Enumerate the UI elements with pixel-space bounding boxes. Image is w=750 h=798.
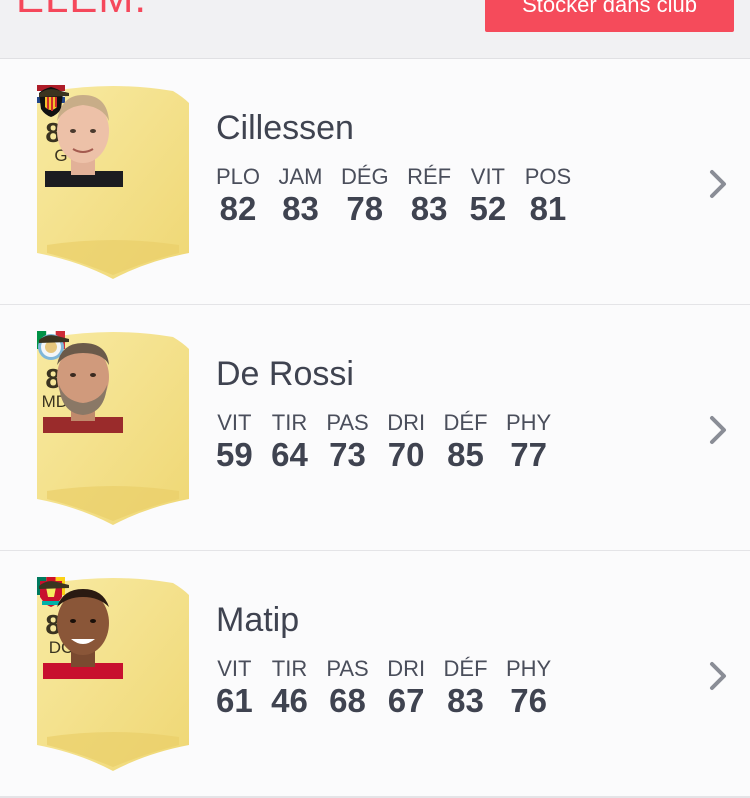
player-photo [43, 343, 123, 433]
stat-label: PHY [505, 656, 552, 681]
stat-label: DRI [387, 410, 426, 435]
stat-value: 83 [447, 682, 484, 719]
stat-value: 64 [271, 436, 308, 473]
stat-label: JAM [278, 164, 323, 189]
stat: DÉF 83 [444, 655, 488, 719]
stat-value: 73 [329, 436, 366, 473]
stat: VIT 61 [216, 655, 253, 719]
stat-value: 85 [447, 436, 484, 473]
stat-value: 59 [216, 436, 253, 473]
stat: TIR 46 [271, 655, 308, 719]
player-stats: PLO 82 JAM 83 DÉG 78 RÉF 83 VIT 52 POS 81 [216, 163, 585, 227]
stat: JAM 83 [278, 163, 322, 227]
stat-label: PAS [326, 410, 369, 435]
stat-label: PAS [326, 656, 369, 681]
stat-label: PLO [216, 164, 261, 189]
stat-label: TIR [271, 656, 308, 681]
stat-value: 76 [510, 682, 547, 719]
stat-value: 70 [387, 436, 425, 473]
stat: VIT 52 [470, 163, 507, 227]
stat-value: 46 [271, 682, 308, 719]
stat-value: 83 [282, 190, 319, 227]
stat-value: 68 [329, 682, 366, 719]
player-row-matip[interactable]: 82 DC Matip VIT61 TIR46 PAS68 DRI67 DÉF8… [0, 551, 750, 798]
stat-value: 81 [529, 190, 567, 227]
stat: PLO 82 [216, 163, 260, 227]
player-card: 83 G [37, 85, 189, 279]
player-stats: VIT 61 TIR 46 PAS 68 DRI 67 DÉF 83 PHY 76 [216, 655, 565, 719]
stat: PAS 68 [326, 655, 368, 719]
stat: POS 81 [525, 163, 571, 227]
stat: PHY 76 [506, 655, 551, 719]
stat: PAS 73 [326, 409, 368, 473]
stat-label: DÉF [443, 656, 488, 681]
stat-value: 83 [410, 190, 448, 227]
player-name: Cillessen [216, 109, 354, 147]
stat-label: RÉF [407, 164, 452, 189]
top-bar: ÉLÉM. Stocker dans club [0, 0, 750, 59]
page-title: ÉLÉM. [16, 0, 147, 22]
player-name: De Rossi [216, 355, 354, 393]
stat-value: 82 [219, 190, 257, 227]
stat: RÉF 83 [407, 163, 451, 227]
stat-value: 77 [510, 436, 547, 473]
chevron-right-icon[interactable] [706, 168, 730, 200]
player-card: 82 DC [37, 577, 189, 771]
stat-value: 61 [216, 682, 253, 719]
stat-value: 52 [469, 190, 507, 227]
player-photo [45, 95, 123, 187]
boot-icon [39, 89, 69, 97]
player-row-cillessen[interactable]: 83 G Cillessen PLO82 JAM83 DÉG78 RÉF83 V… [0, 59, 750, 306]
player-name: Matip [216, 601, 300, 639]
stat-label: VIT [470, 164, 505, 189]
stat-label: DÉG [340, 164, 389, 189]
boot-icon [39, 335, 69, 343]
store-in-club-button[interactable]: Stocker dans club [485, 0, 734, 32]
boot-icon [39, 581, 69, 589]
stat-label: DRI [387, 656, 426, 681]
stat-value: 67 [387, 682, 425, 719]
stat-label: POS [524, 164, 572, 189]
player-card: 82 MDC [37, 331, 189, 525]
stat-label: VIT [217, 410, 252, 435]
stat: TIR 64 [271, 409, 308, 473]
stat: DRI 67 [387, 655, 425, 719]
stat-label: PHY [505, 410, 552, 435]
stat: DÉG 78 [341, 163, 389, 227]
chevron-right-icon[interactable] [706, 660, 730, 692]
stat: PHY 77 [506, 409, 551, 473]
stat: VIT 59 [216, 409, 253, 473]
stat-label: VIT [217, 656, 252, 681]
chevron-right-icon[interactable] [706, 414, 730, 446]
player-row-de-rossi[interactable]: 82 MDC De Rossi VIT59 TIR64 PAS73 DRI70 … [0, 305, 750, 552]
player-stats: VIT 59 TIR 64 PAS 73 DRI 70 DÉF 85 PHY 77 [216, 409, 565, 473]
stat-label: TIR [271, 410, 308, 435]
stat-value: 78 [346, 190, 384, 227]
stat: DRI 70 [387, 409, 425, 473]
stat-label: DÉF [443, 410, 488, 435]
stat: DÉF 85 [444, 409, 488, 473]
player-photo [43, 589, 123, 679]
